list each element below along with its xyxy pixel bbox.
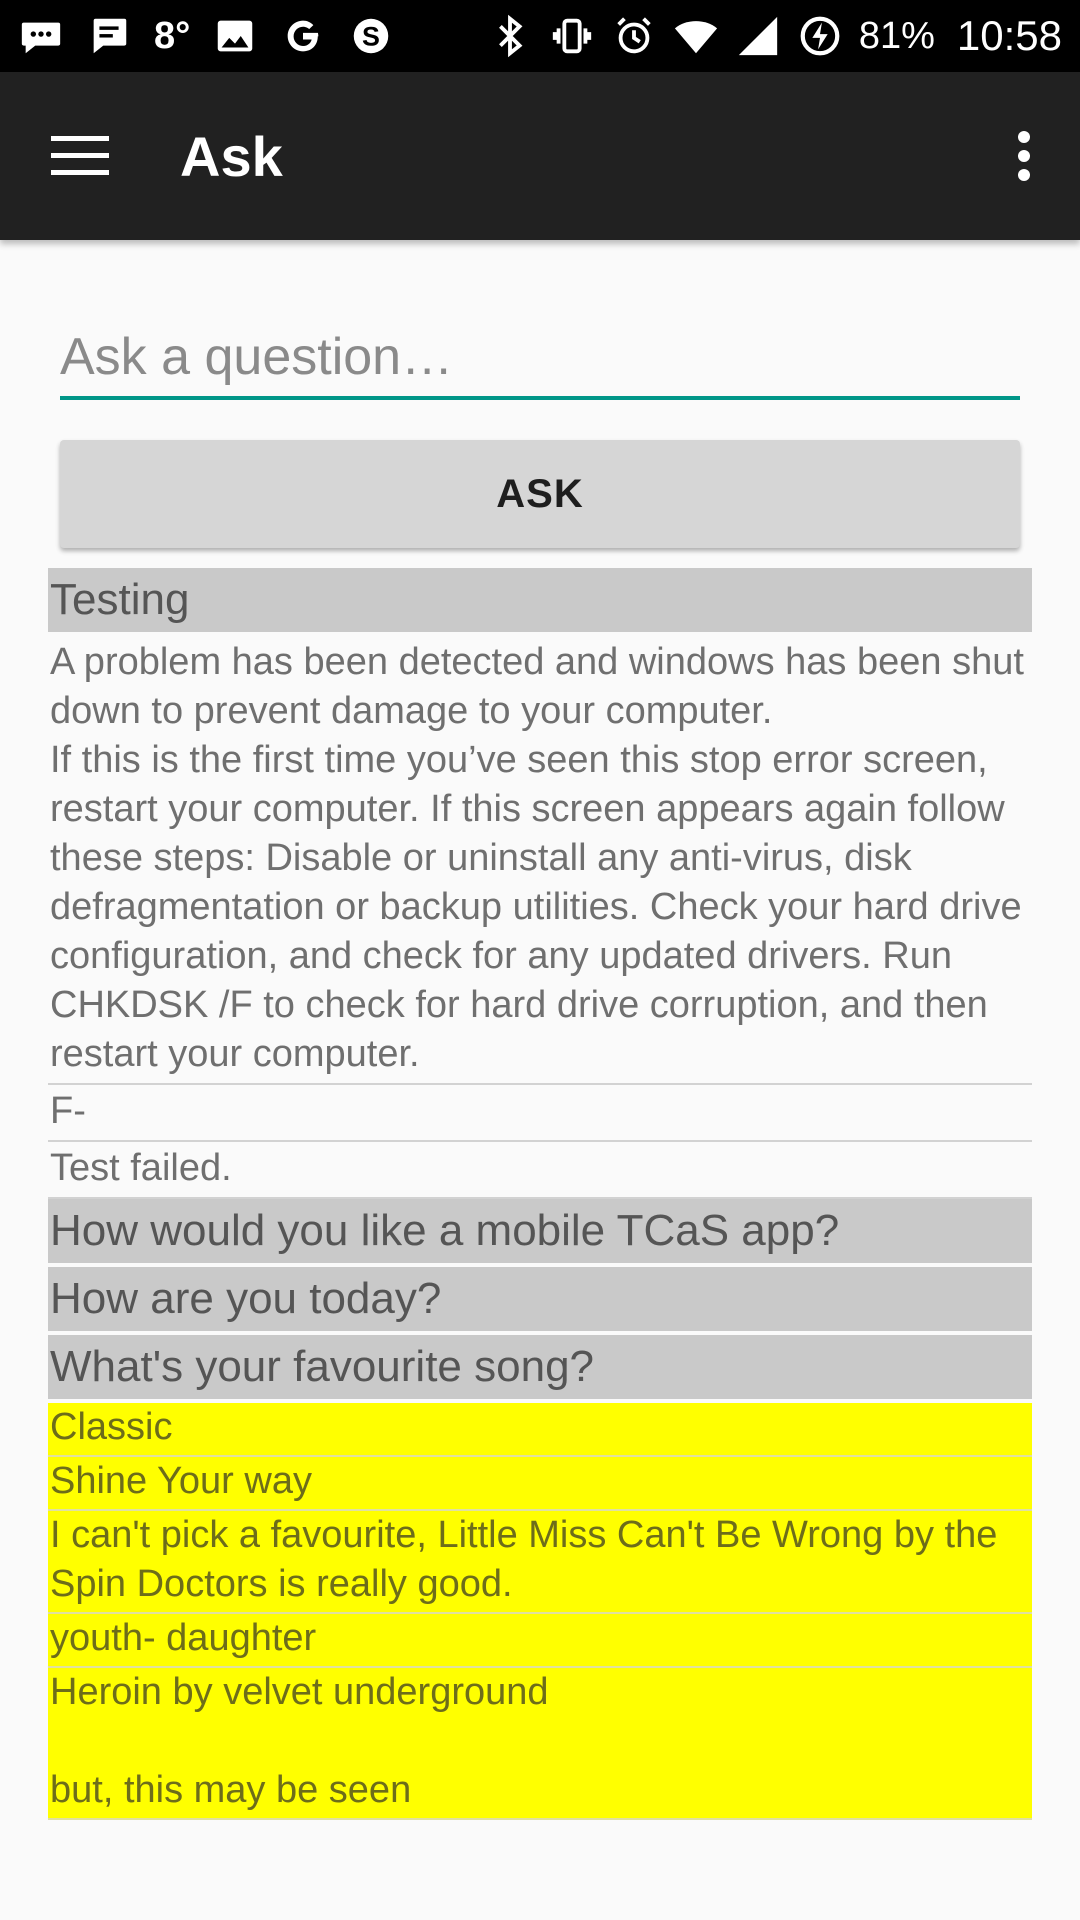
skype-icon: S (348, 13, 394, 59)
answer-text: youth- daughter (50, 1617, 317, 1659)
alarm-icon (611, 13, 657, 59)
wifi-icon (673, 13, 719, 59)
overflow-menu-button[interactable] (988, 120, 1060, 192)
answer-text: Shine Your way (50, 1460, 312, 1502)
answer-text: F- (50, 1090, 86, 1132)
answer-text: Test failed. (50, 1147, 232, 1189)
answer-text: but, this may be seen (50, 1769, 412, 1811)
message-icon (86, 13, 132, 59)
answer-text: I can't pick a favourite, Little Miss Ca… (50, 1514, 998, 1605)
hamburger-menu-button[interactable] (40, 122, 120, 190)
hamburger-menu-icon (51, 136, 109, 175)
highlighted-answer-item: I can't pick a favourite, Little Miss Ca… (48, 1511, 1032, 1614)
answer-text: Heroin by velvet underground (50, 1671, 549, 1713)
highlighted-answer-item: youth- daughter (48, 1614, 1032, 1668)
bluetooth-icon (487, 13, 533, 59)
temperature-text: 8° (154, 14, 191, 57)
question-item[interactable]: What's your favourite song? (48, 1335, 1032, 1399)
highlighted-answer-item: Classic (48, 1403, 1032, 1457)
question-feed[interactable]: Testing A problem has been detected and w… (48, 568, 1032, 1872)
app-bar: Ask (0, 72, 1080, 240)
highlighted-answer-item: Shine Your way (48, 1457, 1032, 1511)
answer-text (50, 1717, 1032, 1766)
question-item[interactable]: How would you like a mobile TCaS app? (48, 1199, 1032, 1263)
answer-item: A problem has been detected and windows … (48, 636, 1032, 1085)
google-icon (280, 13, 326, 59)
vibrate-icon (549, 13, 595, 59)
battery-charging-icon (797, 13, 843, 59)
image-icon (212, 13, 258, 59)
question-item[interactable]: How are you today? (48, 1267, 1032, 1331)
svg-text:S: S (362, 22, 380, 52)
answer-text: If this is the first time you’ve seen th… (50, 739, 1022, 1075)
answer-item: F- (48, 1085, 1032, 1142)
battery-percent-text: 81% (858, 14, 935, 57)
status-bar: 8° S 81% 10:58 (0, 0, 1080, 72)
question-input[interactable] (60, 318, 1020, 400)
page-title: Ask (180, 125, 283, 188)
signal-icon (735, 13, 781, 59)
answer-item: Test failed. (48, 1142, 1032, 1199)
answer-text: A problem has been detected and windows … (50, 641, 1024, 732)
more-vertical-icon (1018, 131, 1030, 181)
messenger-icon (18, 13, 64, 59)
answer-text: Classic (50, 1406, 173, 1448)
highlighted-answer-item: Heroin by velvet underground but, this m… (48, 1668, 1032, 1820)
clock-text: 10:58 (956, 12, 1062, 59)
question-item[interactable]: Testing (48, 568, 1032, 632)
ask-button[interactable]: ASK (60, 440, 1020, 548)
